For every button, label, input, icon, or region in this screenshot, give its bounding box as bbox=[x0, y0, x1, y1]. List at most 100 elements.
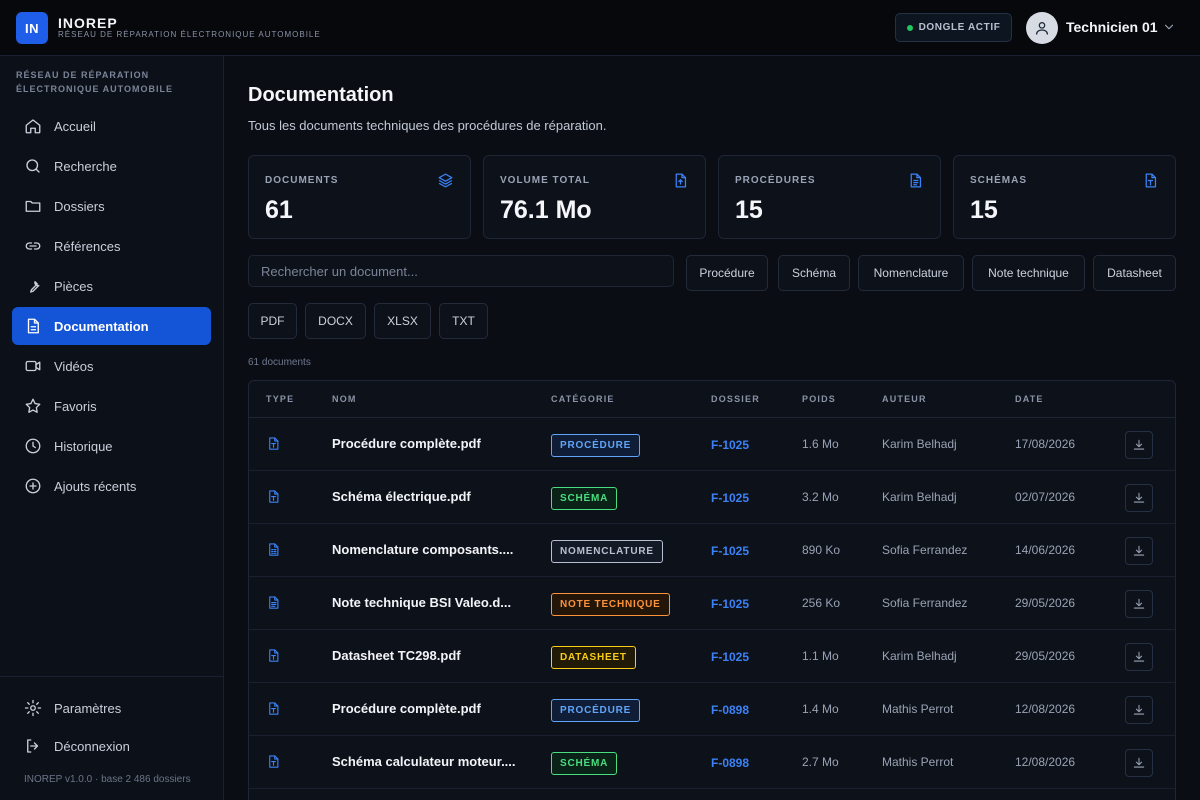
column-header-nom[interactable]: NOM bbox=[332, 394, 357, 404]
dossier-link[interactable]: F-0898 bbox=[711, 756, 749, 770]
column-header-dossier[interactable]: DOSSIER bbox=[711, 394, 760, 404]
download-icon bbox=[1133, 704, 1145, 715]
filter-xlsx-button[interactable]: XLSX bbox=[374, 303, 431, 339]
filter-procedure-button[interactable]: Procédure bbox=[686, 255, 768, 291]
table-row[interactable]: Schéma calculateur moteur.... SCHÉMA F-0… bbox=[249, 736, 1175, 789]
download-button[interactable] bbox=[1125, 431, 1153, 459]
filter-note-technique-button[interactable]: Note technique bbox=[972, 255, 1085, 291]
table-row[interactable]: Nomenclature composants.... NOMENCLATURE… bbox=[249, 524, 1175, 577]
document-name[interactable]: Datasheet TC298.pdf bbox=[332, 648, 461, 663]
file-type-icon bbox=[269, 437, 279, 450]
sidebar-item-accueil[interactable]: Accueil bbox=[12, 107, 211, 145]
dossier-link[interactable]: F-1025 bbox=[711, 438, 749, 452]
document-name[interactable]: Procédure complète.pdf bbox=[332, 701, 481, 716]
sidebar-item-dossiers[interactable]: Dossiers bbox=[12, 187, 211, 225]
document-name[interactable]: Schéma électrique.pdf bbox=[332, 489, 471, 504]
sidebar-item-favoris[interactable]: Favoris bbox=[12, 387, 211, 425]
sidebar-item-parametres[interactable]: Paramètres bbox=[12, 689, 211, 727]
stat-value: 15 bbox=[970, 196, 998, 224]
column-header-date[interactable]: DATE bbox=[1015, 394, 1044, 404]
file-type-icon bbox=[269, 649, 279, 662]
stat-value: 15 bbox=[735, 196, 763, 224]
sidebar: RÉSEAU DE RÉPARATION ÉLECTRONIQUE AUTOMO… bbox=[0, 56, 224, 800]
dossier-link[interactable]: F-1025 bbox=[711, 650, 749, 664]
category-badge: NOTE TECHNIQUE bbox=[551, 593, 670, 616]
document-name[interactable]: Note technique BSI Valeo.d... bbox=[332, 595, 511, 610]
file-text-icon bbox=[269, 596, 279, 609]
file-type-icon bbox=[1145, 173, 1157, 188]
user-avatar[interactable] bbox=[1026, 12, 1058, 44]
column-header-poids[interactable]: POIDS bbox=[802, 394, 836, 404]
document-author: Sofia Ferrandez bbox=[882, 596, 968, 610]
sidebar-item-label: Paramètres bbox=[54, 700, 122, 716]
search-icon bbox=[26, 159, 40, 173]
table-row[interactable]: Procédure complète.pdf PROCÉDURE F-1025 … bbox=[249, 418, 1175, 471]
dossier-link[interactable]: F-0898 bbox=[711, 703, 749, 717]
link-icon bbox=[25, 242, 41, 250]
document-author: Karim Belhadj bbox=[882, 437, 957, 451]
document-name[interactable]: Schéma calculateur moteur.... bbox=[332, 754, 516, 769]
sidebar-item-label: Recherche bbox=[54, 158, 117, 174]
table-row[interactable]: Note technique BSI Valeo.d... NOTE TECHN… bbox=[249, 577, 1175, 630]
category-badge: SCHÉMA bbox=[551, 752, 618, 775]
document-name[interactable]: Procédure complète.pdf bbox=[332, 436, 481, 451]
download-button[interactable] bbox=[1125, 590, 1153, 618]
document-date: 17/08/2026 bbox=[1015, 437, 1076, 451]
file-type-icon bbox=[269, 702, 279, 715]
brand-name: INOREP bbox=[58, 15, 118, 31]
dossier-link[interactable]: F-1025 bbox=[711, 597, 749, 611]
document-date: 02/07/2026 bbox=[1015, 490, 1076, 504]
sidebar-item-videos[interactable]: Vidéos bbox=[12, 347, 211, 385]
user-name[interactable]: Technicien 01 bbox=[1066, 19, 1158, 35]
stat-value: 61 bbox=[265, 196, 293, 224]
download-button[interactable] bbox=[1125, 643, 1153, 671]
category-badge: NOMENCLATURE bbox=[551, 540, 663, 563]
download-button[interactable] bbox=[1125, 537, 1153, 565]
sidebar-item-references[interactable]: Références bbox=[12, 227, 211, 265]
document-name[interactable]: Nomenclature composants.... bbox=[332, 542, 513, 557]
document-date: 14/06/2026 bbox=[1015, 543, 1076, 557]
stat-card-schemas: SCHÉMAS 15 bbox=[953, 155, 1176, 239]
dossier-link[interactable]: F-1025 bbox=[711, 544, 749, 558]
filter-nomenclature-button[interactable]: Nomenclature bbox=[858, 255, 964, 291]
sidebar-item-pieces[interactable]: Pièces bbox=[12, 267, 211, 305]
sidebar-item-label: Documentation bbox=[54, 318, 149, 334]
stat-card-procedures: PROCÉDURES 15 bbox=[718, 155, 941, 239]
sidebar-item-historique[interactable]: Historique bbox=[12, 427, 211, 465]
filter-pdf-button[interactable]: PDF bbox=[248, 303, 297, 339]
stat-label: SCHÉMAS bbox=[970, 175, 1028, 186]
stat-label: DOCUMENTS bbox=[265, 175, 339, 186]
sidebar-item-recherche[interactable]: Recherche bbox=[12, 147, 211, 185]
column-header-auteur[interactable]: AUTEUR bbox=[882, 394, 927, 404]
download-button[interactable] bbox=[1125, 696, 1153, 724]
table-row[interactable]: Datasheet TC298.pdf DATASHEET F-1025 1.1… bbox=[249, 630, 1175, 683]
documents-table: TYPE NOM CATÉGORIE DOSSIER POIDS AUTEUR … bbox=[248, 380, 1176, 800]
filter-txt-button[interactable]: TXT bbox=[439, 303, 488, 339]
sidebar-item-label: Références bbox=[54, 238, 121, 254]
sidebar-item-documentation[interactable]: Documentation bbox=[12, 307, 211, 345]
download-button[interactable] bbox=[1125, 484, 1153, 512]
filter-datasheet-button[interactable]: Datasheet bbox=[1093, 255, 1176, 291]
dossier-link[interactable]: F-1025 bbox=[711, 491, 749, 505]
sidebar-item-label: Favoris bbox=[54, 398, 97, 414]
sidebar-item-deconnexion[interactable]: Déconnexion bbox=[12, 727, 211, 765]
gear-icon bbox=[24, 699, 42, 717]
dongle-status-label: DONGLE ACTIF bbox=[918, 22, 1001, 33]
dongle-status-badge[interactable]: DONGLE ACTIF bbox=[895, 13, 1012, 42]
filter-schema-button[interactable]: Schéma bbox=[778, 255, 850, 291]
chevron-down-icon[interactable] bbox=[1162, 20, 1176, 34]
table-row[interactable]: Schéma électrique.pdf SCHÉMA F-1025 3.2 … bbox=[249, 471, 1175, 524]
stat-label: PROCÉDURES bbox=[735, 175, 816, 186]
document-search-input[interactable] bbox=[248, 255, 674, 287]
filter-docx-button[interactable]: DOCX bbox=[305, 303, 366, 339]
spreadsheet-icon bbox=[269, 543, 279, 556]
stat-card-volume: VOLUME TOTAL 76.1 Mo bbox=[483, 155, 706, 239]
stat-label: VOLUME TOTAL bbox=[500, 175, 590, 186]
sidebar-item-ajouts-recents[interactable]: Ajouts récents bbox=[12, 467, 211, 505]
column-header-type[interactable]: TYPE bbox=[266, 394, 294, 404]
table-row[interactable]: Procédure complète.pdf PROCÉDURE F-0898 … bbox=[249, 683, 1175, 736]
column-header-categorie[interactable]: CATÉGORIE bbox=[551, 394, 615, 404]
sidebar-item-label: Historique bbox=[54, 438, 113, 454]
download-button[interactable] bbox=[1125, 749, 1153, 777]
download-icon bbox=[1133, 439, 1145, 450]
